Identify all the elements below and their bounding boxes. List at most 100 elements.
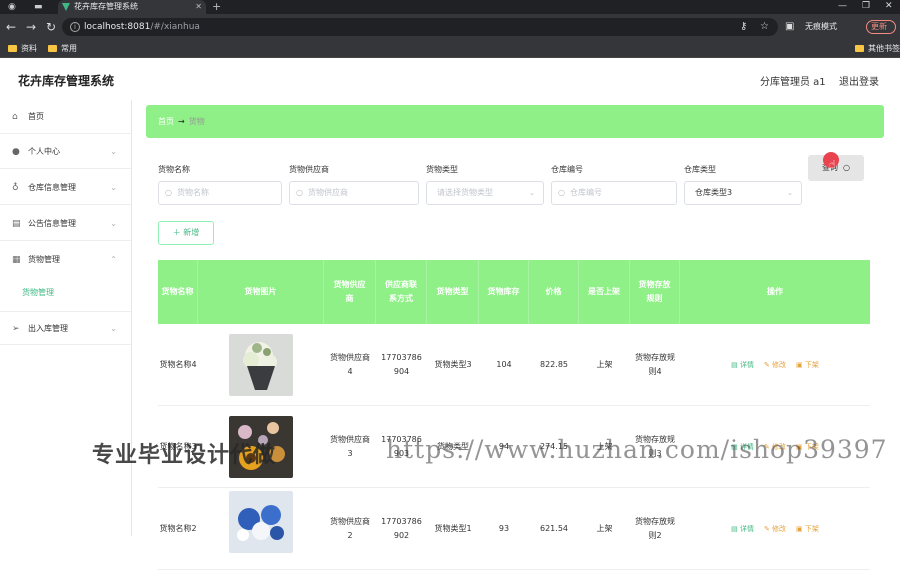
app-title: 花卉库存管理系统 [18, 74, 115, 88]
col-header[interactable]: 是否上架 [579, 260, 630, 324]
bookmark-folder[interactable]: 资料 [8, 43, 37, 55]
sidebar-item-inout[interactable]: ➢ 出入库管理 ⌄ [0, 311, 131, 345]
cell-goods-name: 货物名称2 [159, 524, 197, 533]
folder-icon [48, 45, 57, 52]
new-tab-icon[interactable]: + [212, 0, 221, 14]
hand-cursor-icon: ☝ [829, 158, 836, 171]
cell-listed: 上架 [596, 524, 613, 533]
edit-button[interactable]: ✎ 修改 [764, 358, 786, 372]
sidebar-item-label: 仓库信息管理 [28, 183, 76, 192]
close-window-icon[interactable]: ✕ [885, 0, 893, 12]
col-header[interactable]: 货物名称 [158, 260, 198, 324]
bookmark-folder[interactable]: 常用 [48, 43, 77, 55]
cell-phone: 17703786902 [381, 517, 422, 540]
chevron-down-icon: ⌄ [110, 219, 117, 228]
breadcrumb-current: 货物 [188, 117, 205, 126]
vue-favicon-icon [62, 3, 70, 11]
supplier-input[interactable]: ○ 货物供应商 [289, 181, 419, 205]
reload-icon[interactable]: ↻ [46, 20, 56, 34]
sidebar-item-warehouse[interactable]: ♁ 仓库信息管理 ⌄ [0, 171, 131, 205]
incognito-label[interactable]: 无痕模式 [805, 21, 837, 32]
home-icon: ⌂ [12, 112, 18, 122]
browser-tab[interactable]: 花卉库存管理系统 ✕ [58, 0, 206, 14]
chevron-up-icon: ⌃ [110, 255, 117, 264]
col-header[interactable]: 价格 [529, 260, 579, 324]
table-row: 货物名称2 货物供应商2 17703786902 货物类型1 93 621.54… [158, 488, 870, 570]
logout-link[interactable]: 退出登录 [839, 73, 879, 88]
col-header[interactable]: 货物图片 [198, 260, 324, 324]
sidebar-item-label: 个人中心 [28, 147, 60, 156]
folder-icon [855, 45, 864, 52]
close-tab-icon[interactable]: ✕ [195, 0, 202, 14]
sidebar-item-goods[interactable]: ▦ 货物管理 ⌃ [0, 243, 131, 277]
edit-button[interactable]: ✎ 修改 [764, 522, 786, 536]
table-row: 货物名称4 货物供应商4 17703786904 货物类型3 104 822.8… [158, 324, 870, 406]
site-info-icon[interactable]: i [70, 22, 80, 32]
cell-actions: ▤ 详情 ✎ 修改 ▣ 下架 [680, 488, 870, 570]
sidebar-item-notice[interactable]: ▤ 公告信息管理 ⌄ [0, 207, 131, 241]
sidepanel-icon[interactable]: ▣ [785, 21, 794, 32]
chevron-down-icon: ⌄ [529, 189, 535, 197]
warehouse-type-value: 仓库类型3 [695, 188, 733, 197]
app-header: 花卉库存管理系统 分库管理员 a1 退出登录 [0, 58, 900, 102]
col-header[interactable]: 货物供应商 [324, 260, 376, 324]
user-role: 分库管理员 a1 [760, 77, 826, 88]
forward-icon[interactable]: → [26, 20, 36, 34]
sidebar-item-label: 货物管理 [28, 255, 60, 264]
send-icon: ➢ [12, 324, 20, 334]
supplier-label: 货物供应商 [289, 165, 329, 174]
cell-goods-name: 货物名称4 [159, 360, 197, 369]
breadcrumb-home[interactable]: 首页 [158, 117, 174, 126]
type-label: 货物类型 [426, 165, 458, 174]
cell-goods-image [198, 324, 324, 406]
back-icon[interactable]: ← [6, 20, 16, 34]
breadcrumb: 首页 → 货物 [146, 105, 884, 138]
restore-icon[interactable]: ❐ [862, 0, 870, 12]
browser-tab-bar: ◉ ▬ 花卉库存管理系统 ✕ + — ❐ ✕ [0, 0, 900, 14]
watermark-url: https://www.huzhan.com/ishop39397 [386, 435, 888, 464]
bookmark-star-icon[interactable]: ☆ [760, 21, 769, 32]
goods-name-label: 货物名称 [158, 165, 190, 174]
detail-button[interactable]: ▤ 详情 [731, 358, 754, 372]
chevron-down-icon: ⌄ [110, 183, 117, 192]
warehouse-type-select[interactable]: 仓库类型3 ⌄ [684, 181, 802, 205]
col-header[interactable]: 货物库存 [479, 260, 529, 324]
other-bookmarks[interactable]: 其他书签 [855, 43, 900, 55]
delist-button[interactable]: ▣ 下架 [796, 522, 819, 536]
sidebar-item-home[interactable]: ⌂ 首页 [0, 100, 131, 134]
browser-menu-icon[interactable]: ◉ [8, 2, 18, 12]
chevron-down-icon: ⌄ [110, 324, 117, 333]
minimize-icon[interactable]: — [838, 0, 847, 12]
sidebar-item-label: 首页 [28, 112, 44, 121]
col-header: 操作 [767, 287, 783, 296]
col-header[interactable]: 供应商联系方式 [376, 260, 427, 324]
cell-price: 822.85 [540, 360, 568, 369]
type-placeholder: 请选择货物类型 [437, 188, 493, 197]
window-icon[interactable]: ▬ [34, 2, 44, 12]
cell-supplier: 货物供应商3 [330, 435, 370, 458]
search-icon: ○ [558, 188, 565, 197]
type-select[interactable]: 请选择货物类型 ⌄ [426, 181, 544, 205]
key-icon[interactable]: ⚷ [740, 21, 747, 32]
add-button[interactable]: ＋ 新增 [158, 221, 214, 245]
folder-icon [8, 45, 17, 52]
cell-type: 货物类型1 [434, 524, 472, 533]
cell-stock: 104 [496, 360, 512, 369]
cell-listed: 上架 [596, 360, 613, 369]
warehouse-no-input[interactable]: ○ 仓库编号 [551, 181, 677, 205]
col-header[interactable]: 货物类型 [427, 260, 479, 324]
sidebar-item-profile[interactable]: ● 个人中心 ⌄ [0, 135, 131, 169]
delist-button[interactable]: ▣ 下架 [796, 358, 819, 372]
url-host: localhost:8081 [84, 22, 151, 32]
update-button[interactable]: 更新 [866, 20, 896, 34]
breadcrumb-arrow: → [178, 117, 185, 126]
goods-name-input[interactable]: ○ 货物名称 [158, 181, 282, 205]
url-bar[interactable]: i localhost:8081/#/xianhua [62, 18, 778, 36]
bouquet-image [229, 334, 293, 396]
cell-phone: 17703786904 [381, 353, 422, 376]
detail-button[interactable]: ▤ 详情 [731, 522, 754, 536]
col-header[interactable]: 货物存放规则 [630, 260, 680, 324]
warehouse-no-label: 仓库编号 [551, 165, 583, 174]
sidebar-subitem-goods[interactable]: 货物管理 [0, 278, 131, 308]
supplier-placeholder: 货物供应商 [308, 188, 348, 197]
